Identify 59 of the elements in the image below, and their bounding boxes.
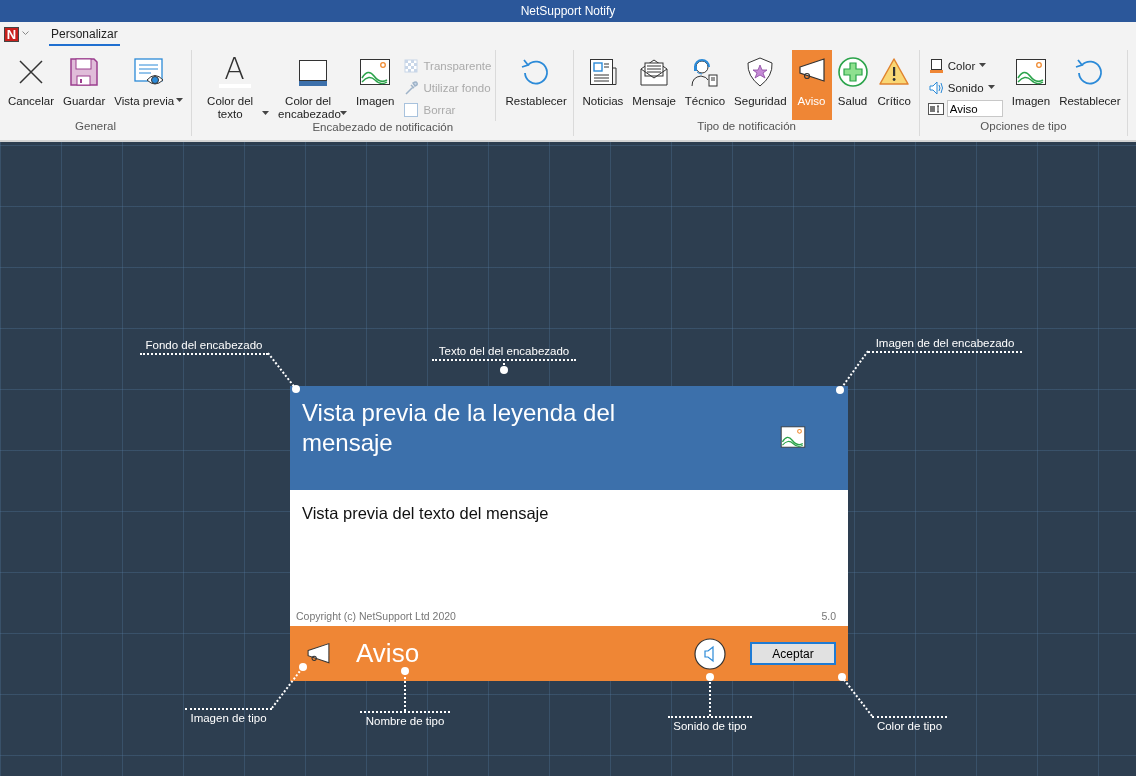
group-label: Encabezado de notificación <box>311 121 455 135</box>
chevron-down-icon <box>22 31 29 35</box>
speaker-icon <box>927 80 944 96</box>
leader-line <box>267 352 300 393</box>
annotation-label: Imagen de del encabezado <box>868 335 1022 353</box>
leader-line <box>271 663 307 709</box>
checkerboard-icon <box>403 58 420 74</box>
type-name: Aviso <box>356 638 421 669</box>
version-text: 5.0 <box>821 610 836 622</box>
image-icon <box>359 56 392 88</box>
warning-triangle-icon <box>878 56 911 88</box>
plus-circle-icon <box>836 56 869 88</box>
annotation-label: Texto del del encabezado <box>432 343 576 361</box>
ribbon-button[interactable]: Seguridad <box>730 50 791 120</box>
app-logo[interactable]: N <box>4 26 19 42</box>
ribbon-button[interactable]: Sonido <box>927 78 1003 98</box>
accept-button[interactable]: Aceptar <box>750 642 836 665</box>
image-icon <box>1014 56 1047 88</box>
window-title: NetSupport Notify <box>520 4 616 18</box>
ribbon-button[interactable]: Vista previa <box>110 50 188 120</box>
ribbon-button[interactable]: Imagen <box>1007 50 1055 120</box>
group-label: General <box>74 120 117 134</box>
ribbon-button[interactable]: Imagen <box>352 50 399 121</box>
ribbon-button[interactable]: Noticias <box>578 50 628 120</box>
text-field-icon <box>927 102 944 115</box>
speaker-icon <box>694 637 726 670</box>
message-text: Vista previa del texto del mensaje <box>302 504 550 523</box>
ribbon-button[interactable]: Restablecer <box>501 50 570 121</box>
ribbon-button[interactable]: Restablecer <box>1055 50 1124 120</box>
ribbon-button[interactable]: Crítico <box>873 50 915 120</box>
ribbon-button[interactable]: A Color del texto <box>196 50 274 121</box>
ribbon-button[interactable]: Mensaje <box>628 50 680 120</box>
annotation-label: Fondo del encabezado <box>140 337 268 355</box>
leader-line <box>838 673 873 717</box>
image-icon <box>778 424 808 450</box>
annotation-label: Sonido de tipo <box>668 716 752 734</box>
leader-line <box>500 358 508 374</box>
blank-square-icon <box>403 102 420 118</box>
ribbon-button[interactable]: Guardar <box>59 50 110 120</box>
ribbon-button[interactable]: Color del encabezado <box>274 50 352 121</box>
ribbon-button[interactable]: Técnico <box>680 50 730 120</box>
ribbon-button[interactable]: Salud <box>832 50 873 120</box>
group-label: Opciones de tipo <box>979 120 1068 134</box>
ribbon-button[interactable]: Color <box>927 56 1003 76</box>
eye-document-icon <box>132 56 165 88</box>
ribbon-button[interactable]: Cancelar <box>4 50 59 120</box>
name-field[interactable]: Aviso <box>946 100 1003 117</box>
annotation-label: Imagen de tipo <box>185 708 272 726</box>
annotation-label: Nombre de tipo <box>360 711 450 729</box>
eyedropper-icon <box>403 80 420 96</box>
copyright-text: Copyright (c) NetSupport Ltd 2020 <box>296 610 456 622</box>
annotation-label: Color de tipo <box>872 716 947 734</box>
technician-headset-icon <box>688 56 721 88</box>
leader-line <box>401 667 409 712</box>
color-swatch-icon <box>927 58 944 74</box>
header-text: Vista previa de la leyenda del mensaje <box>302 398 617 458</box>
group-label: Tipo de notificación <box>696 120 797 134</box>
leader-line <box>706 673 714 717</box>
leader-line <box>836 350 869 394</box>
